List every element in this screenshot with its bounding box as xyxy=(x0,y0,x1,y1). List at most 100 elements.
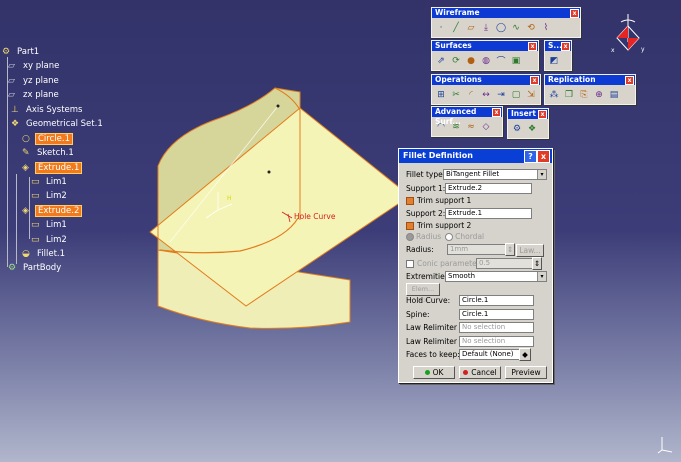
toolbar-title[interactable]: Wireframe x xyxy=(432,8,580,18)
tree-item[interactable]: ○ Circle.1 xyxy=(22,133,73,145)
polyline-icon[interactable]: ⌇ xyxy=(539,20,553,35)
hold-curve-field[interactable]: Circle.1 xyxy=(459,295,534,306)
duplicate-icon[interactable]: ❐ xyxy=(562,87,576,102)
close-icon[interactable]: x xyxy=(561,42,570,51)
conic-parameter-field[interactable]: 0.5 xyxy=(476,258,533,269)
offset-icon[interactable]: ◍ xyxy=(479,53,493,68)
spline-icon[interactable]: ∿ xyxy=(509,20,523,35)
close-icon[interactable]: x xyxy=(570,9,579,18)
tree-item[interactable]: ⊥ Axis Systems xyxy=(11,104,84,116)
line-icon[interactable]: ╱ xyxy=(449,20,463,35)
powercopy-icon[interactable]: ⎘ xyxy=(577,87,591,102)
surface-icon[interactable]: ◩ xyxy=(547,53,561,68)
revolve-icon[interactable]: ⟳ xyxy=(449,53,463,68)
tree-item[interactable]: ⚙ Part1 xyxy=(2,46,41,58)
close-icon[interactable]: x xyxy=(492,108,501,117)
catalog-icon[interactable]: ▤ xyxy=(607,87,621,102)
tree-item[interactable]: ⚙ PartBody xyxy=(8,262,63,274)
wireframe-toolbar[interactable]: Wireframe x · ╱ ▱ ⤓ ◯ ∿ ⟲ ⌇ xyxy=(431,7,581,38)
extract-icon[interactable]: ⇲ xyxy=(524,87,538,102)
toolbar-title[interactable]: Replication x xyxy=(545,75,635,85)
conic-parameter-checkbox[interactable] xyxy=(406,259,414,268)
extremities-select[interactable]: Smooth ▾ xyxy=(445,271,547,282)
support2-field[interactable]: Extrude.1 xyxy=(445,208,532,219)
wrap-surface-icon[interactable]: ≈ xyxy=(464,119,478,134)
spine-field[interactable]: Circle.1 xyxy=(459,309,534,320)
tree-item[interactable]: ◒ Fillet.1 xyxy=(22,248,67,260)
faces-to-keep-field[interactable]: Default (None) xyxy=(459,349,520,360)
join-icon[interactable]: ⊞ xyxy=(434,87,448,102)
tree-item[interactable]: ▱ yz plane xyxy=(8,75,61,87)
vertex-point[interactable] xyxy=(267,170,271,174)
replication-toolbar[interactable]: Replication x ⁂ ❐ ⎘ ⊕ ▤ xyxy=(544,74,636,105)
law-relimiter2-field[interactable]: No selection xyxy=(459,336,534,347)
pattern-icon[interactable]: ⁂ xyxy=(547,87,561,102)
toolbar-title[interactable]: S... x xyxy=(545,41,571,51)
close-icon[interactable]: x xyxy=(625,76,634,85)
ok-button[interactable]: OK xyxy=(413,366,455,379)
close-icon[interactable]: x xyxy=(528,42,537,51)
projection-icon[interactable]: ⤓ xyxy=(479,20,493,35)
sweep-icon[interactable]: ⌒ xyxy=(494,53,508,68)
tree-item[interactable]: ❖ Geometrical Set.1 xyxy=(11,118,105,130)
fillet-type-select[interactable]: BiTangent Fillet ▾ xyxy=(443,169,547,180)
law-button[interactable]: Law... xyxy=(516,244,544,257)
fillet-icon[interactable]: ◜ xyxy=(464,87,478,102)
fillet-definition-dialog[interactable]: Fillet Definition ? x Fillet type: BiTan… xyxy=(398,148,553,383)
body-icon[interactable]: ⚙ xyxy=(510,121,524,136)
tree-item[interactable]: ▱ zx plane xyxy=(8,89,61,101)
split-icon[interactable]: ✂ xyxy=(449,87,463,102)
insert-toolbar[interactable]: Insert x ⚙ ❖ xyxy=(507,108,549,139)
surfaces-toolbar[interactable]: Surfaces x ⇗ ⟳ ● ◍ ⌒ ▣ xyxy=(431,40,539,71)
fill-icon[interactable]: ▣ xyxy=(509,53,523,68)
geometrical-set-icon[interactable]: ❖ xyxy=(525,121,539,136)
tree-item[interactable]: ▭ Lim1 xyxy=(31,176,69,188)
tree-item[interactable]: ▭ Lim2 xyxy=(31,190,69,202)
toolbar-title[interactable]: Surfaces x xyxy=(432,41,538,51)
chevron-down-icon[interactable]: ▾ xyxy=(537,170,546,179)
close-button[interactable]: x xyxy=(537,150,550,163)
faces-to-keep-icon[interactable]: ◆ xyxy=(519,348,531,361)
specification-tree[interactable]: ⚙ Part1 ▱ xy plane ▱ yz plane ▱ zx plane ⊥ Axis S… xyxy=(0,44,120,284)
instantiate-icon[interactable]: ⊕ xyxy=(592,87,606,102)
chevron-down-icon[interactable]: ▾ xyxy=(537,272,546,281)
support1-field[interactable]: Extrude.2 xyxy=(445,183,532,194)
sphere-icon[interactable]: ● xyxy=(464,53,478,68)
conic-stepper[interactable]: ⇕ xyxy=(532,257,542,270)
radius-radio[interactable] xyxy=(406,232,414,241)
close-icon[interactable]: x xyxy=(530,76,539,85)
s-toolbar[interactable]: S... x ◩ xyxy=(544,40,572,71)
tree-item[interactable]: ▭ Lim2 xyxy=(31,234,69,246)
point-icon[interactable]: · xyxy=(434,20,448,35)
operations-toolbar[interactable]: Operations x ⊞ ✂ ◜ ↔ ⇥ ▢ ⇲ xyxy=(431,74,541,105)
trim-support2-checkbox[interactable] xyxy=(406,221,414,230)
translate-icon[interactable]: ↔ xyxy=(479,87,493,102)
shape-morph-icon[interactable]: ◇ xyxy=(479,119,493,134)
compass-icon[interactable]: y x xyxy=(611,8,651,58)
tree-item[interactable]: ▭ Lim1 xyxy=(31,219,69,231)
radius-field[interactable]: 1mm xyxy=(447,244,506,255)
tree-item[interactable]: ◈ Extrude.2 xyxy=(22,205,83,217)
vertex-point[interactable] xyxy=(276,104,280,108)
help-button[interactable]: ? xyxy=(524,150,537,163)
extrapolate-icon[interactable]: ⇥ xyxy=(494,87,508,102)
radius-stepper[interactable]: ⇕ xyxy=(505,243,515,256)
helix-icon[interactable]: ⟲ xyxy=(524,20,538,35)
tree-item[interactable]: ▱ xy plane xyxy=(8,60,61,72)
close-icon[interactable]: x xyxy=(538,110,547,119)
law-relimiter1-field[interactable]: No selection xyxy=(459,322,534,333)
tree-item[interactable]: ◈ Extrude.1 xyxy=(22,162,83,174)
dialog-title-bar[interactable]: Fillet Definition ? x xyxy=(399,149,552,163)
circle-icon[interactable]: ◯ xyxy=(494,20,508,35)
plane-icon[interactable]: ▱ xyxy=(464,20,478,35)
tree-item[interactable]: ✎ Sketch.1 xyxy=(22,147,76,159)
chordal-radio[interactable] xyxy=(445,232,454,241)
advanced-surfaces-toolbar[interactable]: Advanced Surf...x ◠≋≈◇ xyxy=(431,106,503,137)
toolbar-title[interactable]: Operations x xyxy=(432,75,540,85)
boundary-icon[interactable]: ▢ xyxy=(509,87,523,102)
cancel-button[interactable]: Cancel xyxy=(459,366,501,379)
extrude-icon[interactable]: ⇗ xyxy=(434,53,448,68)
toolbar-title[interactable]: Insert x xyxy=(508,109,548,119)
preview-button[interactable]: Preview xyxy=(505,366,547,379)
trim-support1-checkbox[interactable] xyxy=(406,196,414,205)
